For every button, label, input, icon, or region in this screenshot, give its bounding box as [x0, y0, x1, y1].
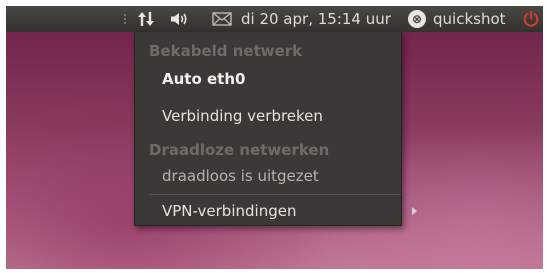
network-indicator[interactable]: [133, 6, 159, 32]
menu-separator: [149, 194, 401, 195]
network-menu: Bekabeld netwerk Auto eth0 Verbinding ve…: [134, 32, 417, 226]
volume-indicator[interactable]: [166, 6, 192, 32]
wired-network-header: Bekabeld netwerk: [149, 42, 303, 60]
power-icon: [523, 10, 539, 27]
panel-grip: [124, 6, 130, 32]
clock[interactable]: di 20 apr, 15:14 uur: [241, 6, 391, 32]
session-menu[interactable]: [519, 6, 543, 32]
wireless-network-header: Draadloze netwerken: [149, 141, 330, 159]
vpn-connections-label: VPN-verbindingen: [162, 202, 297, 220]
volume-icon: [171, 13, 187, 25]
messaging-indicator[interactable]: [210, 6, 234, 32]
network-arrows-icon: [138, 12, 154, 26]
auto-eth0-item[interactable]: Auto eth0: [135, 67, 428, 91]
wireless-disabled-item: draadloos is uitgezet: [162, 167, 319, 185]
mail-icon: [212, 12, 232, 26]
user-menu[interactable]: ⊗ quickshot: [408, 6, 506, 32]
clock-label: di 20 apr, 15:14 uur: [241, 10, 391, 28]
disconnect-item[interactable]: Verbinding verbreken: [135, 104, 428, 128]
user-status-icon: ⊗: [408, 10, 426, 28]
top-panel: di 20 apr, 15:14 uur ⊗ quickshot: [6, 6, 543, 32]
vpn-connections-item[interactable]: VPN-verbindingen: [135, 199, 428, 223]
desktop: di 20 apr, 15:14 uur ⊗ quickshot Bekabel…: [6, 6, 543, 269]
submenu-arrow-icon: [412, 207, 417, 215]
user-name: quickshot: [433, 10, 506, 28]
